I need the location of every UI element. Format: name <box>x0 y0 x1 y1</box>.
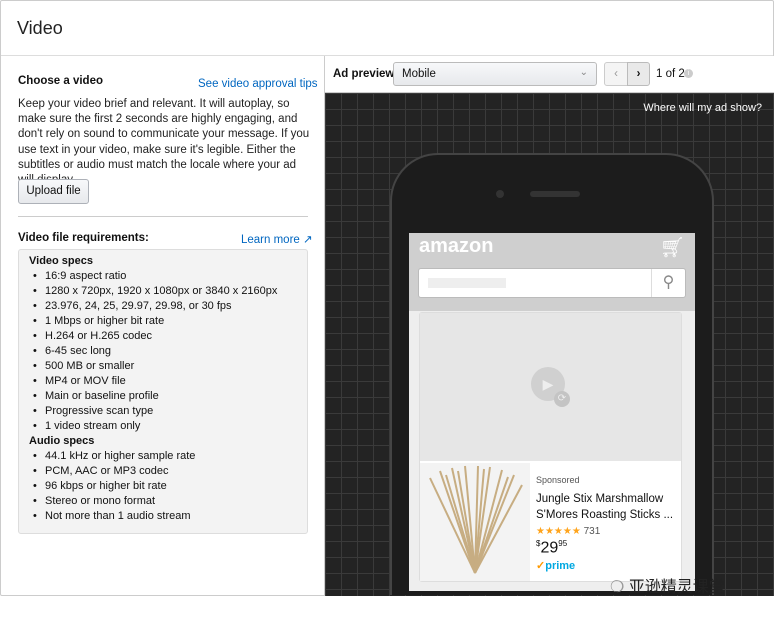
refresh-icon: ⟳ <box>554 391 570 407</box>
search-icon[interactable]: ⚲ <box>651 269 685 297</box>
phone-screen: amazon 🛒︎ ⚲ ▶ ⟳ Sponsored Jungle Stix Ma… <box>409 233 695 591</box>
preview-toolbar: Ad preview Mobile ⌄ ‹ › 1 of 2 i <box>325 56 774 93</box>
requirements-heading: Video file requirements: <box>18 232 149 244</box>
product-title-line-1: Jungle Stix Marshmallow <box>536 493 664 505</box>
spec-item: MP4 or MOV file <box>29 374 297 389</box>
video-description: Keep your video brief and relevant. It w… <box>18 98 310 186</box>
camera-icon <box>496 190 504 198</box>
video-specs-title: Video specs <box>29 255 93 267</box>
spec-item: 6-45 sec long <box>29 344 297 359</box>
spec-item: Progressive scan type <box>29 404 297 419</box>
info-icon[interactable]: i <box>684 69 693 78</box>
prime-label: prime <box>545 560 576 572</box>
device-value: Mobile <box>402 68 436 80</box>
rating: ★★★★★ 731 <box>536 526 600 537</box>
sponsored-label: Sponsored <box>536 475 580 485</box>
device-select[interactable]: Mobile ⌄ <box>393 62 597 86</box>
cart-icon: 🛒︎ <box>659 237 685 259</box>
spec-item: H.264 or H.265 codec <box>29 329 297 344</box>
product-title[interactable]: Jungle Stix Marshmallow S'Mores Roasting … <box>536 491 673 523</box>
upload-file-button[interactable]: Upload file <box>18 179 89 204</box>
spec-item: Not more than 1 audio stream <box>29 509 297 524</box>
chevron-down-icon: ⌄ <box>579 67 588 78</box>
where-will-my-ad-show-link[interactable]: Where will my ad show? <box>643 102 762 114</box>
check-icon: ✓ <box>536 560 546 572</box>
spec-item: 500 MB or smaller <box>29 359 297 374</box>
search-input[interactable]: ⚲ <box>418 268 686 298</box>
watermark-text: 亚逊精灵课堂 <box>628 579 725 596</box>
wechat-icon: ❍ <box>610 579 625 596</box>
ad-card[interactable]: ▶ ⟳ Sponsored Jungle Stix Marshmallow S'M… <box>419 312 682 582</box>
next-button[interactable]: › <box>627 62 650 86</box>
spec-item: Main or baseline profile <box>29 389 297 404</box>
choose-video-heading: Choose a video <box>18 75 103 87</box>
spec-item: 1 Mbps or higher bit rate <box>29 314 297 329</box>
price-whole: 29 <box>540 539 559 557</box>
star-rating-icon: ★★★★★ <box>536 526 581 537</box>
specs-box: Video specs 16:9 aspect ratio1280 x 720p… <box>18 249 308 534</box>
spec-item: 96 kbps or higher bit rate <box>29 479 297 494</box>
price-cents: 95 <box>558 539 568 548</box>
video-approval-tips-link[interactable]: See video approval tips <box>198 78 318 90</box>
learn-more-link[interactable]: Learn more ↗ <box>241 232 313 246</box>
review-count: 731 <box>583 526 601 537</box>
amazon-logo: amazon <box>419 235 494 257</box>
spec-item: 1280 x 720px, 1920 x 1080px or 3840 x 21… <box>29 284 297 299</box>
audio-specs-title: Audio specs <box>29 435 95 447</box>
video-placeholder: ▶ ⟳ <box>420 313 681 461</box>
learn-more-label: Learn more <box>241 234 300 246</box>
prev-button[interactable]: ‹ <box>604 62 628 86</box>
prime-badge: ✓prime <box>536 559 575 572</box>
video-panel: Video Choose a video See video approval … <box>0 0 774 596</box>
spec-item: 1 video stream only <box>29 419 297 434</box>
external-link-icon: ↗ <box>303 234 313 246</box>
product-image <box>420 463 530 581</box>
divider <box>18 216 308 217</box>
spec-item: 44.1 kHz or higher sample rate <box>29 449 297 464</box>
ad-preview: Ad preview Mobile ⌄ ‹ › 1 of 2 i Where w… <box>324 56 774 596</box>
panel-title: Video <box>1 1 773 56</box>
phone-mockup: amazon 🛒︎ ⚲ ▶ ⟳ Sponsored Jungle Stix Ma… <box>390 153 714 595</box>
ad-preview-label: Ad preview <box>333 68 395 80</box>
spec-item: Stereo or mono format <box>29 494 297 509</box>
product-title-line-2: S'Mores Roasting Sticks ... <box>536 509 674 521</box>
price: $2995 <box>536 539 567 557</box>
spec-item: 16:9 aspect ratio <box>29 269 297 284</box>
watermark: ❍ 亚逊精灵课堂 <box>610 578 725 598</box>
speaker-icon <box>530 191 580 197</box>
preview-canvas: Where will my ad show? amazon 🛒︎ ⚲ ▶ ⟳ S… <box>325 93 774 596</box>
spec-item: 23.976, 24, 25, 29.97, 29.98, or 30 fps <box>29 299 297 314</box>
spec-item: PCM, AAC or MP3 codec <box>29 464 297 479</box>
pager-text: 1 of 2 <box>656 68 685 80</box>
